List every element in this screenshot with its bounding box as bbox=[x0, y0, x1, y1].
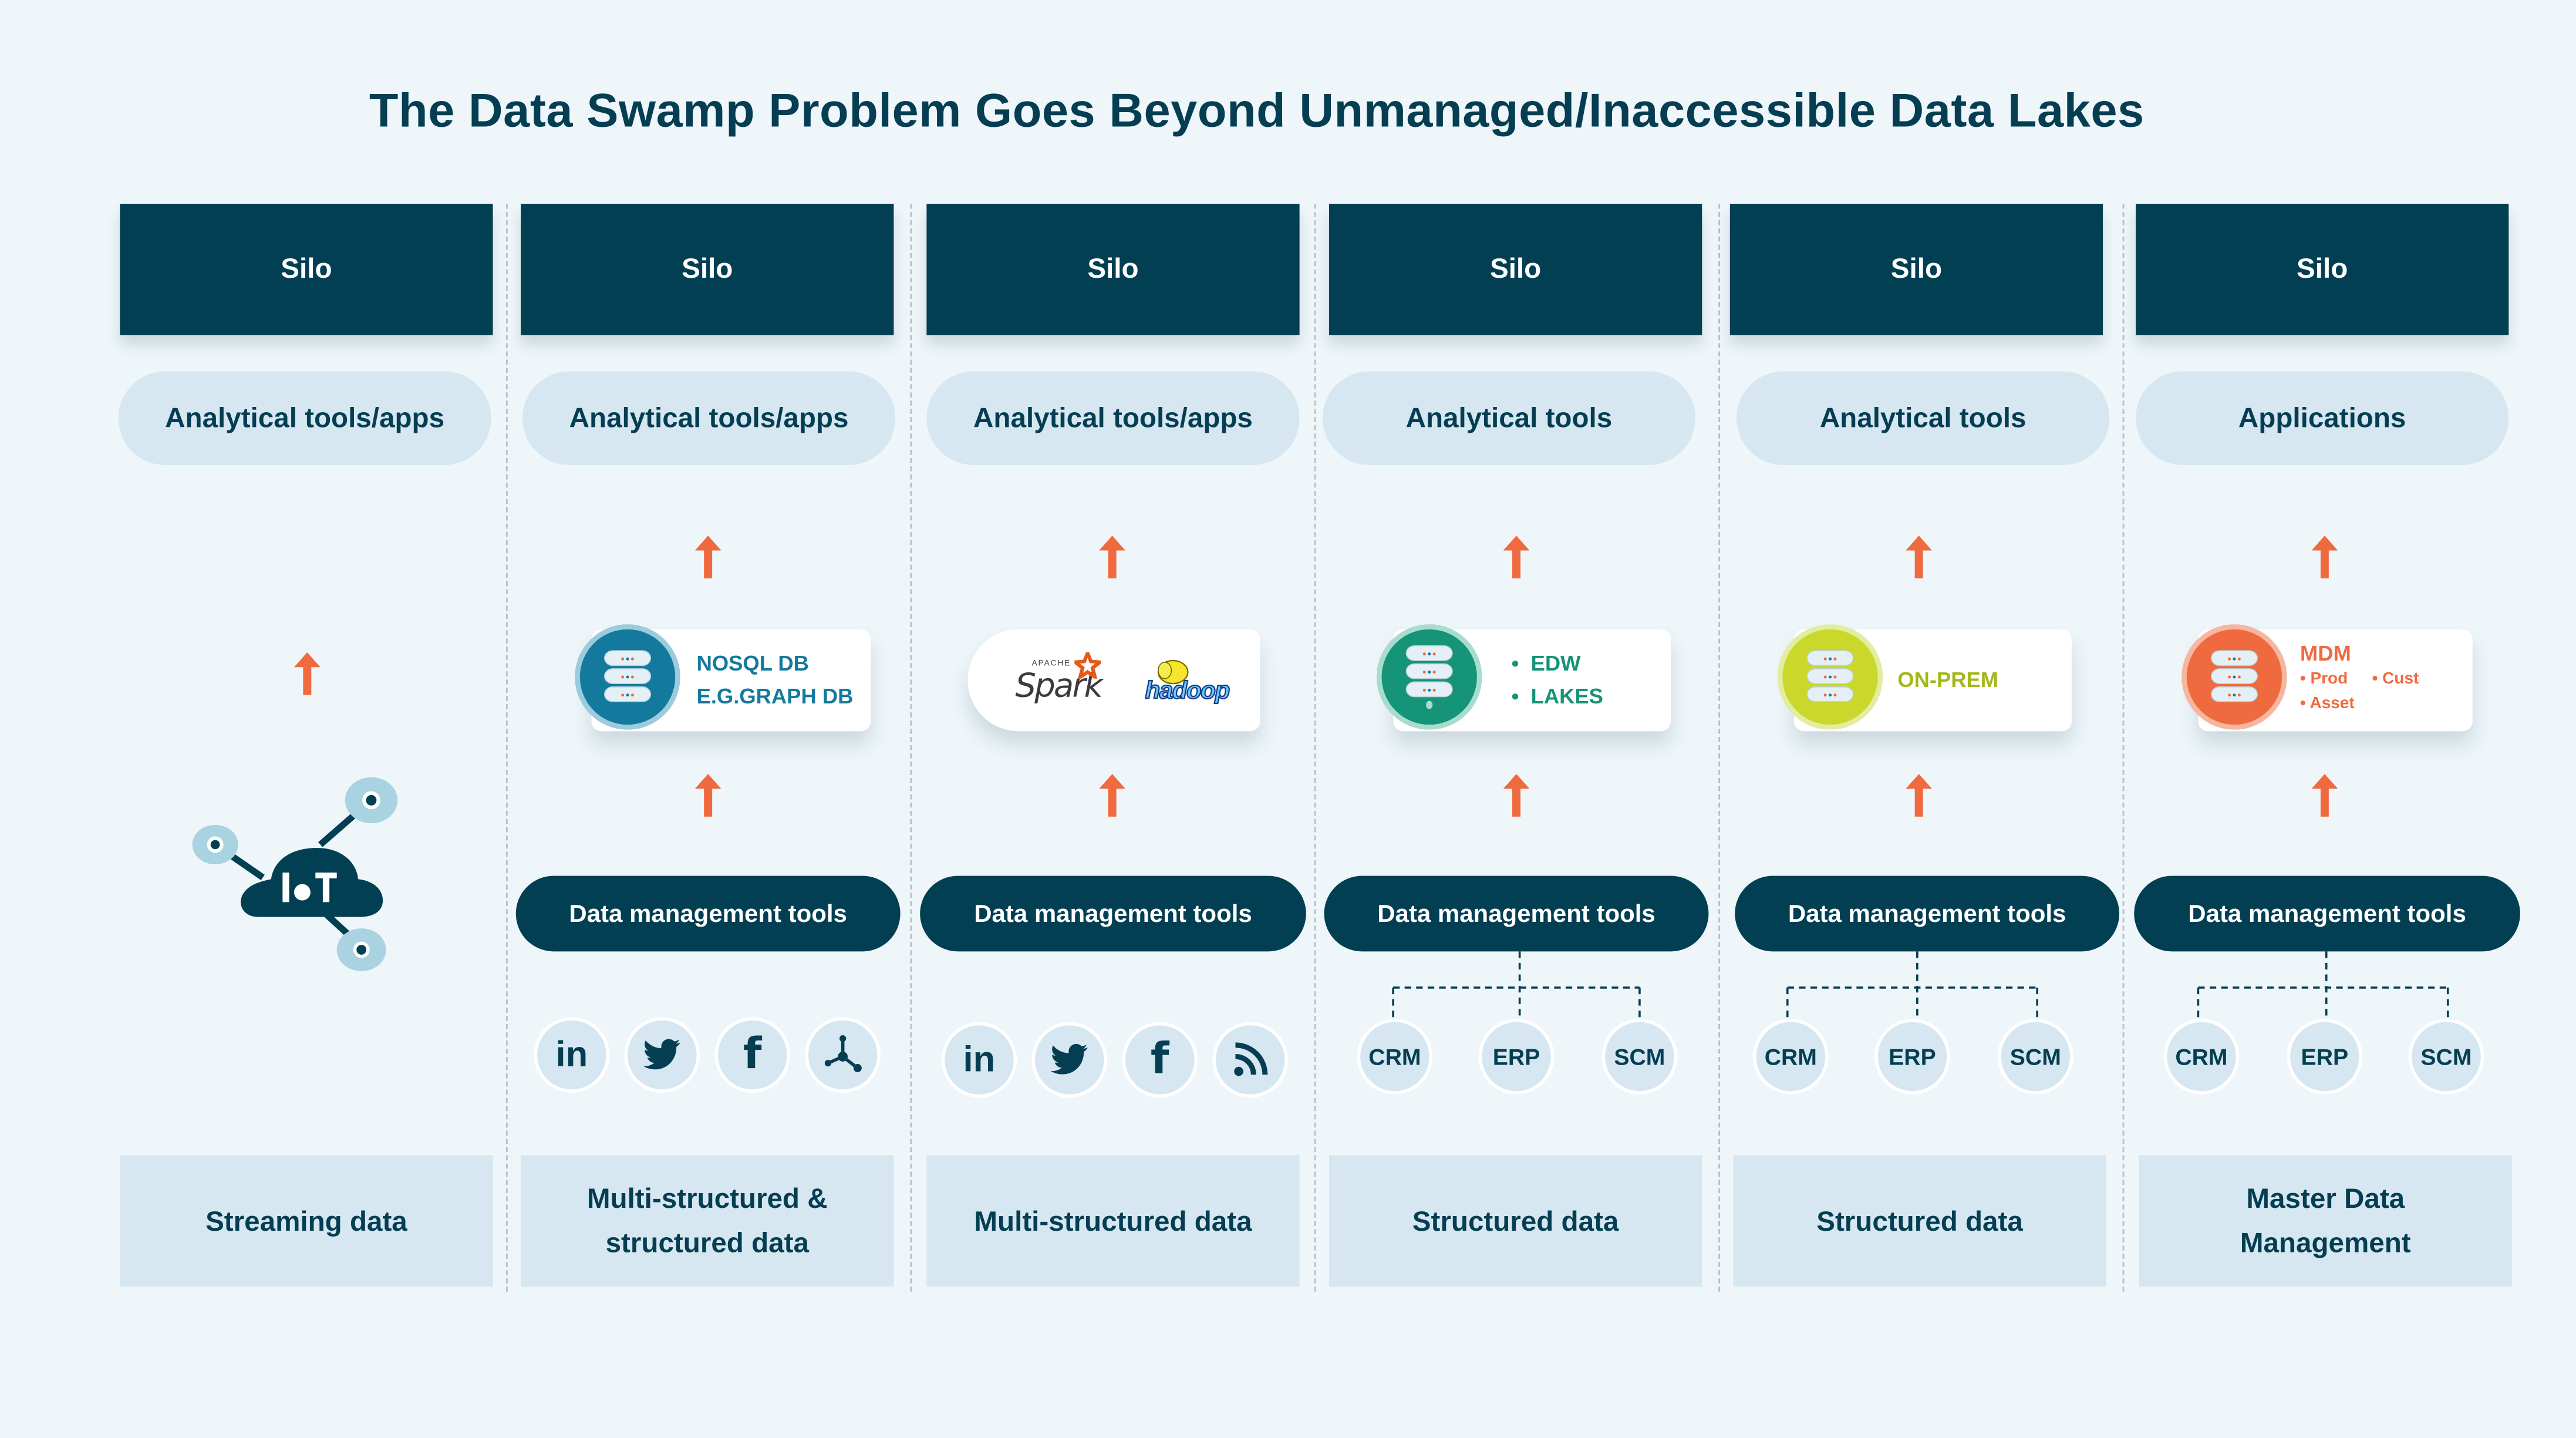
column-divider bbox=[1314, 204, 1316, 1292]
linkedin-icon: in bbox=[941, 1022, 1017, 1098]
data-management-tools-5: Data management tools bbox=[1735, 875, 2120, 952]
store-bullet: • Cust bbox=[2372, 670, 2419, 689]
system-erp: ERP bbox=[2287, 1019, 2363, 1095]
system-erp: ERP bbox=[1874, 1019, 1950, 1095]
up-arrow-icon bbox=[694, 774, 721, 817]
silo-header-1: Silo bbox=[120, 204, 493, 335]
analytical-tools-pill-3: Analytical tools/apps bbox=[926, 371, 1300, 465]
up-arrow-icon bbox=[1099, 536, 1125, 579]
facebook-icon: f bbox=[1122, 1022, 1198, 1098]
data-type-box-5: Structured data bbox=[1733, 1155, 2106, 1287]
store-line: ON-PREM bbox=[1897, 667, 1999, 692]
graph-network-icon bbox=[805, 1017, 881, 1093]
up-arrow-icon bbox=[1906, 536, 1933, 579]
analytical-tools-pill-1: Analytical tools/apps bbox=[118, 371, 491, 465]
data-type-box-3: Multi-structured data bbox=[926, 1155, 1300, 1287]
silo-header-5: Silo bbox=[1729, 204, 2103, 335]
system-crm: CRM bbox=[1357, 1019, 1433, 1095]
analytical-tools-pill-5: Analytical tools bbox=[1737, 371, 2110, 465]
data-type-box-4: Structured data bbox=[1329, 1155, 1702, 1287]
column-divider bbox=[910, 204, 912, 1292]
rss-feed-icon bbox=[1212, 1022, 1289, 1098]
connector-tree bbox=[1786, 951, 2038, 1021]
spark-star-icon bbox=[1074, 652, 1101, 679]
analytical-tools-pill-2: Analytical tools/apps bbox=[522, 371, 896, 465]
diagram-canvas: The Data Swamp Problem Goes Beyond Unman… bbox=[0, 0, 2576, 1438]
system-scm: SCM bbox=[2408, 1019, 2484, 1095]
apache-spark-logo: APACHE Spark bbox=[1015, 652, 1114, 708]
iot-cloud-icon bbox=[192, 777, 398, 971]
mdm-heading: MDM bbox=[2299, 641, 2351, 666]
data-type-box-1: Streaming data bbox=[120, 1155, 493, 1287]
system-scm: SCM bbox=[1997, 1019, 2073, 1095]
twitter-icon bbox=[624, 1017, 700, 1093]
silo-header-2: Silo bbox=[521, 204, 894, 335]
store-line: E.G.GRAPH DB bbox=[696, 683, 854, 709]
on-prem-card: ON-PREM bbox=[1777, 624, 2072, 732]
up-arrow-icon bbox=[2311, 774, 2338, 817]
data-management-tools-3: Data management tools bbox=[920, 875, 1306, 952]
edw-lakes-card: • EDW • LAKES bbox=[1377, 624, 1671, 732]
silo-header-3: Silo bbox=[926, 204, 1300, 335]
nosql-db-card: NOSQL DB E.G.GRAPH DB bbox=[575, 624, 871, 732]
database-icon bbox=[2181, 624, 2287, 730]
system-crm: CRM bbox=[2163, 1019, 2240, 1095]
store-line: NOSQL DB bbox=[696, 651, 809, 676]
data-management-tools-6: Data management tools bbox=[2134, 875, 2520, 952]
data-management-tools-4: Data management tools bbox=[1324, 875, 1709, 952]
analytical-tools-pill-4: Analytical tools bbox=[1322, 371, 1696, 465]
diagram-title: The Data Swamp Problem Goes Beyond Unman… bbox=[369, 85, 2145, 139]
up-arrow-icon bbox=[294, 652, 321, 695]
facebook-icon: f bbox=[714, 1017, 791, 1093]
up-arrow-icon bbox=[1906, 774, 1933, 817]
up-arrow-icon bbox=[1099, 774, 1125, 817]
system-scm: SCM bbox=[1601, 1019, 1678, 1095]
database-icon bbox=[1777, 624, 1883, 730]
silo-header-4: Silo bbox=[1329, 204, 1702, 335]
data-management-tools-2: Data management tools bbox=[515, 875, 901, 952]
database-icon bbox=[1377, 624, 1482, 730]
column-divider bbox=[2122, 204, 2125, 1292]
store-bullet: • Prod bbox=[2299, 670, 2348, 689]
data-type-box-6: Master Data Management bbox=[2139, 1155, 2512, 1287]
hadoop-logo: hadoop bbox=[1144, 659, 1244, 708]
linkedin-icon: in bbox=[534, 1017, 610, 1093]
up-arrow-icon bbox=[2311, 536, 2338, 579]
data-type-box-2: Multi-structured & structured data bbox=[521, 1155, 894, 1287]
column-divider bbox=[505, 204, 508, 1292]
system-erp: ERP bbox=[1478, 1019, 1555, 1095]
column-divider bbox=[1718, 204, 1721, 1292]
database-icon bbox=[575, 624, 680, 730]
connector-tree bbox=[1392, 951, 1641, 1021]
store-bullet: • Asset bbox=[2299, 695, 2355, 713]
system-crm: CRM bbox=[1752, 1019, 1829, 1095]
mdm-card: MDM • Prod • Cust • Asset bbox=[2181, 624, 2473, 732]
silo-header-6: Silo bbox=[2136, 204, 2509, 335]
up-arrow-icon bbox=[1503, 536, 1530, 579]
up-arrow-icon bbox=[1503, 774, 1530, 817]
store-bullet: • LAKES bbox=[1511, 683, 1603, 709]
store-bullet: • EDW bbox=[1511, 651, 1581, 676]
spark-hadoop-card: APACHE Spark hadoop bbox=[967, 629, 1260, 732]
applications-pill-6: Applications bbox=[2136, 371, 2509, 465]
up-arrow-icon bbox=[694, 536, 721, 579]
twitter-icon bbox=[1031, 1022, 1108, 1098]
connector-tree bbox=[2197, 951, 2449, 1021]
